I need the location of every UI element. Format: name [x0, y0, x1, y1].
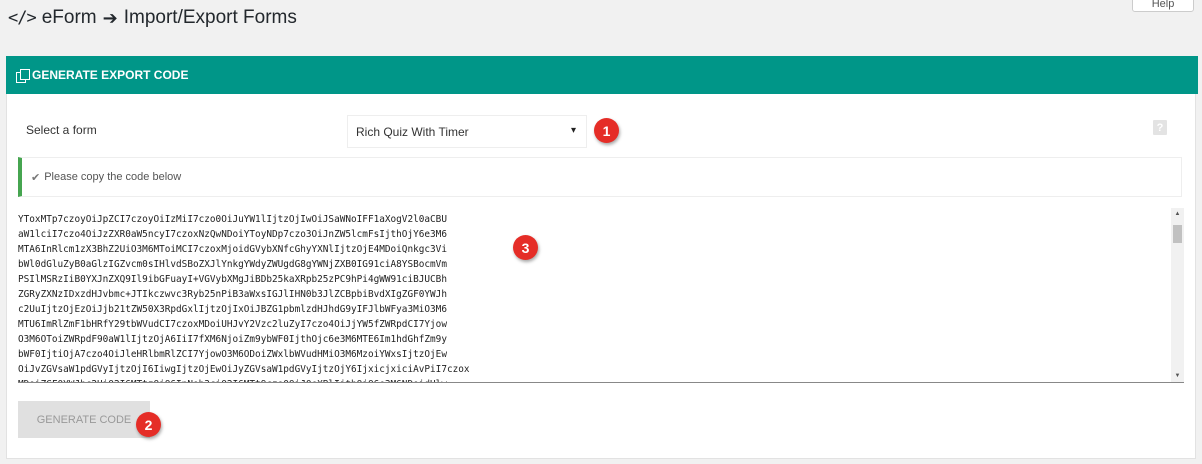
scroll-down-icon[interactable]: ▼	[1171, 370, 1184, 382]
form-select[interactable]: Rich Quiz With Timer ▾	[347, 115, 587, 148]
code-line: bWF0IjtiOjA7czo4OiJleHRlbmRlZCI7YjowO3M6…	[18, 349, 447, 360]
code-line: MTA6InRlcm1zX3BhZ2UiO3M6MToiMCI7czoxMjoi…	[18, 244, 447, 255]
chevron-down-icon: ▾	[570, 125, 576, 136]
copy-notice: ✔ Please copy the code below	[18, 157, 1182, 197]
code-line: O3M6OToiZWRpdF90aW1lIjtzOjA6IiI7fXM6Njoi…	[18, 334, 447, 345]
code-line: MDoiZGF0YWJhc2UiO2I6MTtzOjQ6InNob3ciO2I6…	[18, 377, 1166, 382]
form-select-value: Rich Quiz With Timer	[356, 124, 469, 139]
code-line: bWl0dGluZyB0aGlzIGZvcm0sIHlvdSBoZXJlYnkg…	[18, 259, 447, 270]
code-line: OiJvZGVsaW1pdGVyIjtzOjI6IiwgIjtzOjEwOiJy…	[18, 364, 470, 375]
check-icon: ✔	[31, 171, 41, 184]
arrow-right-icon: ➔	[102, 7, 118, 29]
scroll-up-icon[interactable]: ▲	[1171, 208, 1184, 220]
copy-icon	[16, 68, 30, 83]
export-code-text[interactable]: YToxMTp7czoyOiJpZCI7czoyOiIzMiI7czo0OiJu…	[18, 212, 1166, 382]
code-line: YToxMTp7czoyOiJpZCI7czoyOiIzMiI7czo0OiJu…	[18, 214, 447, 225]
breadcrumb-app: eForm	[41, 7, 97, 28]
page-title: </> eForm ➔ Import/Export Forms	[8, 6, 297, 30]
code-line: c2UuIjtzOjEzOiJjb21tZW50X3RpdGxlIjtzOjIx…	[18, 304, 447, 315]
code-line: aW1lciI7czo4OiJzZXR0aW5ncyI7czoxNzQwNDoi…	[18, 229, 447, 240]
breadcrumb-page: Import/Export Forms	[123, 7, 297, 28]
question-icon[interactable]: ?	[1153, 120, 1167, 135]
code-line: ZGRyZXNzIDxzdHJvbmc+JTIkczwvc3Ryb25nPiB3…	[18, 289, 447, 300]
code-line: MTU6ImRlZmF1bHRfY29tbWVudCI7czoxMDoiUHJv…	[18, 319, 447, 330]
annotation-badge-1: 1	[594, 118, 619, 143]
help-button[interactable]: Help	[1132, 0, 1194, 12]
annotation-badge-2: 2	[136, 412, 161, 437]
panel-title: GENERATE EXPORT CODE	[32, 68, 189, 82]
code-brackets-icon: </>	[8, 8, 37, 28]
copy-notice-text: Please copy the code below	[44, 171, 182, 183]
code-line: PSIlMSRzIiB0YXJnZXQ9Il9ibGFuayI+VGVybXMg…	[18, 274, 447, 285]
scroll-thumb[interactable]	[1173, 225, 1182, 243]
scrollbar[interactable]: ▲ ▼	[1171, 208, 1184, 382]
annotation-badge-3: 3	[513, 235, 538, 260]
generate-code-button[interactable]: GENERATE CODE	[18, 401, 150, 438]
export-code-textarea[interactable]: YToxMTp7czoyOiJpZCI7czoyOiIzMiI7czo0OiJu…	[18, 208, 1184, 383]
panel-header: GENERATE EXPORT CODE	[6, 56, 1198, 94]
select-form-label: Select a form	[26, 123, 97, 137]
export-panel: GENERATE EXPORT CODE Select a form Rich …	[6, 56, 1198, 459]
top-bar: </> eForm ➔ Import/Export Forms Help	[0, 0, 1202, 40]
